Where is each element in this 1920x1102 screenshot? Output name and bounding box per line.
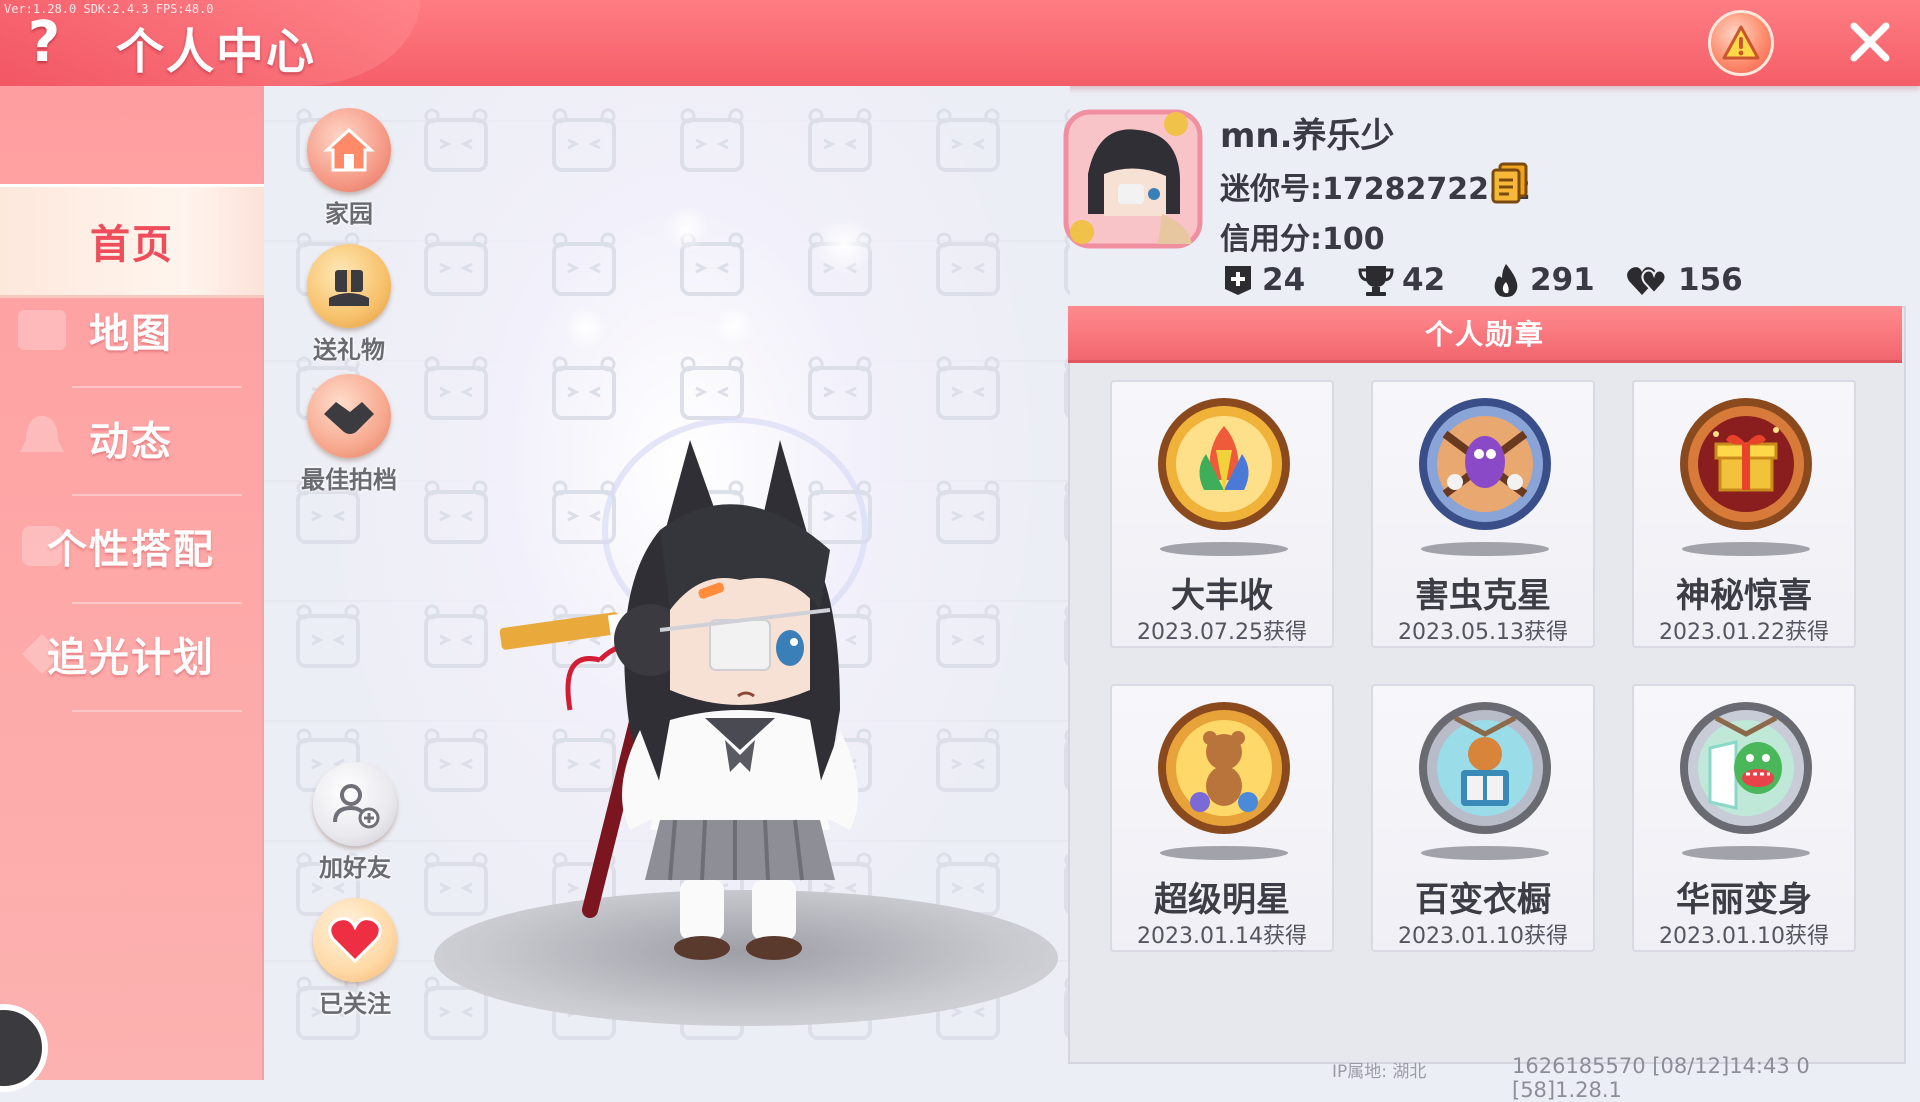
- stat-likes[interactable]: 24: [1222, 258, 1305, 302]
- heart-icon: [313, 898, 397, 982]
- medal-shadow: [1682, 542, 1810, 556]
- sparkle: [664, 206, 710, 252]
- stat-value: 291: [1530, 262, 1595, 298]
- medal-date: 2023.05.13获得: [1398, 620, 1568, 645]
- report-button[interactable]: [1708, 10, 1774, 76]
- followed-label: 已关注: [319, 990, 391, 1018]
- outfit-icon: [22, 526, 62, 566]
- medal-card[interactable]: 华丽变身 2023.01.10获得: [1632, 684, 1856, 952]
- sparkle: [564, 306, 608, 350]
- medal-name: 害虫克星: [1415, 576, 1551, 616]
- question-mark-icon: ?: [27, 9, 61, 75]
- bug-medal-icon: [1419, 398, 1551, 530]
- add-friend-button[interactable]: 加好友: [300, 762, 410, 883]
- sidebar-item-light-plan[interactable]: 追光计划: [0, 600, 262, 708]
- top-bar: Ver:1.28.0 SDK:2.4.3 FPS:48.0 ? 个人中心: [0, 0, 1920, 86]
- trophy-icon: [1358, 266, 1394, 296]
- medal-name: 华丽变身: [1676, 880, 1812, 920]
- medal-name: 超级明星: [1154, 880, 1290, 920]
- medal-shadow: [1160, 846, 1288, 860]
- player-avatar-model[interactable]: [490, 410, 920, 970]
- medal-name: 神秘惊喜: [1676, 576, 1812, 616]
- medal-card[interactable]: 大丰收 2023.07.25获得: [1110, 380, 1334, 648]
- medal-date: 2023.01.10获得: [1398, 924, 1568, 949]
- copy-icon[interactable]: [1490, 162, 1530, 204]
- help-button[interactable]: ?: [14, 9, 74, 75]
- medal-date: 2023.01.14获得: [1137, 924, 1307, 949]
- floating-button[interactable]: [0, 1004, 48, 1092]
- medal-panel-header: 个人勋章: [1068, 306, 1902, 363]
- sidebar-item-label: 追光计划: [47, 635, 215, 681]
- double-heart-icon: [1627, 267, 1667, 295]
- stat-fans[interactable]: 156: [1626, 258, 1743, 302]
- medal-card[interactable]: 神秘惊喜 2023.01.22获得: [1632, 380, 1856, 648]
- stat-trophies[interactable]: 42: [1358, 258, 1445, 302]
- medal-date: 2023.07.25获得: [1137, 620, 1307, 645]
- add-friend-label: 加好友: [319, 854, 391, 882]
- ip-location: IP属地: 湖北: [1332, 1062, 1427, 1082]
- sparkle: [714, 306, 754, 346]
- credit-score: 信用分:100: [1220, 222, 1385, 257]
- stat-popularity[interactable]: 291: [1490, 258, 1595, 302]
- sidebar-item-feed[interactable]: 动态: [0, 384, 262, 492]
- sparkle: [814, 216, 874, 276]
- plus-badge-icon: [1225, 266, 1251, 295]
- medal-date: 2023.01.10获得: [1659, 924, 1829, 949]
- medal-shadow: [1682, 846, 1810, 860]
- build-info: 1626185570 [08/12]14:43 0 [58]1.28.1: [1512, 1054, 1810, 1102]
- sidebar-item-label: 动态: [89, 419, 173, 465]
- wardrobe-medal-icon: [1419, 702, 1551, 834]
- medal-shadow: [1421, 542, 1549, 556]
- map-icon: [18, 310, 66, 350]
- sidebar-item-label: 个性搭配: [47, 527, 215, 573]
- page-title: 个人中心: [116, 24, 317, 80]
- dino-medal-icon: [1680, 702, 1812, 834]
- close-button[interactable]: [1840, 12, 1900, 72]
- sidebar: 首页 地图 动态 个性搭配 追光计划: [0, 86, 264, 1092]
- send-gift-button[interactable]: 送礼物: [294, 244, 404, 365]
- medal-shadow: [1160, 542, 1288, 556]
- flame-icon: [1494, 264, 1518, 297]
- house-icon: [307, 108, 391, 192]
- sidebar-item-outfit[interactable]: 个性搭配: [0, 492, 262, 600]
- stat-value: 156: [1678, 262, 1743, 298]
- best-partner-label: 最佳拍档: [301, 466, 397, 494]
- medal-panel-title: 个人勋章: [1424, 318, 1545, 351]
- sidebar-item-label: 地图: [89, 311, 173, 357]
- medal-shadow: [1421, 846, 1549, 860]
- stat-value: 42: [1402, 262, 1446, 298]
- warning-icon: [1722, 25, 1760, 60]
- sidebar-item-label: 首页: [90, 222, 174, 268]
- stat-value: 24: [1262, 262, 1306, 298]
- profile-avatar[interactable]: [1058, 104, 1208, 254]
- gift-hand-icon: [307, 244, 391, 328]
- sidebar-item-map[interactable]: 地图: [0, 276, 262, 384]
- followed-button[interactable]: 已关注: [300, 898, 410, 1019]
- harvest-medal-icon: [1158, 398, 1290, 530]
- home-button[interactable]: 家园: [294, 108, 404, 229]
- divider: [72, 710, 242, 712]
- username: mn.养乐少: [1220, 116, 1395, 156]
- best-partner-button[interactable]: 最佳拍档: [294, 374, 404, 495]
- gift-medal-icon: [1680, 398, 1812, 530]
- handshake-icon: [307, 374, 391, 458]
- star-bear-medal-icon: [1158, 702, 1290, 834]
- add-user-icon: [313, 762, 397, 846]
- medal-card[interactable]: 百变衣橱 2023.01.10获得: [1371, 684, 1595, 952]
- close-icon: [1850, 22, 1890, 62]
- medal-card[interactable]: 害虫克星 2023.05.13获得: [1371, 380, 1595, 648]
- medal-date: 2023.01.22获得: [1659, 620, 1829, 645]
- mini-id: 迷你号:1728272252: [1220, 172, 1531, 207]
- bell-icon: [20, 416, 64, 452]
- send-gift-label: 送礼物: [313, 336, 385, 364]
- light-plan-icon: [22, 634, 62, 674]
- home-label: 家园: [325, 200, 373, 228]
- medal-name: 大丰收: [1171, 576, 1273, 616]
- medal-card[interactable]: 超级明星 2023.01.14获得: [1110, 684, 1334, 952]
- medal-name: 百变衣橱: [1415, 880, 1551, 920]
